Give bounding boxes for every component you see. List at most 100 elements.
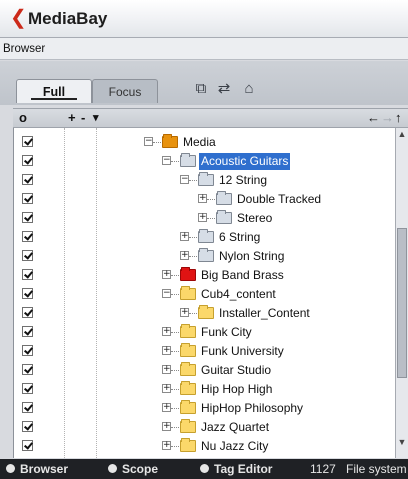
row-checkbox[interactable] [22,288,33,299]
folder-label[interactable]: Nu Jazz City [199,438,270,455]
scope-info: File system [346,462,407,476]
new-folder-icon[interactable]: ⌂ [240,80,258,98]
folder-label[interactable]: Hip Hop High [199,381,274,398]
scroll-thumb[interactable] [397,228,407,378]
menu-chevron-icon[interactable]: ▾ [93,109,99,127]
add-button[interactable]: + [68,109,76,127]
collapse-icon[interactable]: − [180,175,189,184]
folder-icon [180,267,196,281]
tree-row[interactable]: + Funk University [14,342,396,361]
folder-label[interactable]: Funk University [199,343,286,360]
tree-row[interactable]: + Jazz Quartet [14,418,396,437]
tree-row[interactable]: + Funk City [14,323,396,342]
folder-label[interactable]: Double Tracked [235,191,323,208]
tree-row[interactable]: + Nylon String [14,247,396,266]
row-checkbox[interactable] [22,345,33,356]
expand-icon[interactable]: + [162,422,171,431]
row-checkbox[interactable] [22,307,33,318]
folder-icon [180,419,196,433]
tree-row[interactable]: + Big Band Brass [14,266,396,285]
tree-row[interactable]: + Installer_Content [14,304,396,323]
tree-row[interactable]: + Nu Jazz City [14,437,396,456]
folder-label[interactable]: Guitar Studio [199,362,273,379]
remove-button[interactable]: - [81,109,85,127]
up-arrow-icon[interactable]: ↑ [395,109,402,127]
row-checkbox[interactable] [22,193,33,204]
link-icon[interactable]: ⇄ [215,80,233,98]
scope-indicator-icon [108,464,117,474]
expand-icon[interactable]: + [162,270,171,279]
expand-icon[interactable]: + [162,365,171,374]
collapse-icon[interactable]: − [162,289,171,298]
folder-label[interactable]: Acoustic Guitars [199,153,291,170]
back-arrow-icon[interactable]: ← [367,109,380,127]
folder-label[interactable]: Jazz Quartet [199,419,271,436]
row-checkbox[interactable] [22,155,33,166]
collapse-icon[interactable]: − [144,137,153,146]
expand-icon[interactable]: + [162,346,171,355]
folder-label[interactable]: Big Band Brass [199,267,286,284]
scroll-up-icon[interactable]: ▲ [396,128,408,140]
row-checkbox[interactable] [22,174,33,185]
row-checkbox[interactable] [22,269,33,280]
expand-icon[interactable]: + [162,441,171,450]
folder-label[interactable]: 6 String [217,229,262,246]
folder-label[interactable]: HipHop Philosophy [199,400,305,417]
folder-icon [180,438,196,452]
tree-row[interactable]: +6 String [14,228,396,247]
tab-full[interactable]: Full [16,79,92,103]
copy-icon[interactable]: ⧉ [192,80,210,98]
tree-control-bar: o + - ▾ ← → ↑ [13,108,408,128]
row-checkbox[interactable] [22,402,33,413]
folder-label[interactable]: Stereo [235,210,274,227]
collapse-icon[interactable]: − [162,156,171,165]
expand-icon[interactable]: + [180,251,189,260]
folder-label[interactable]: Cub4_content [199,286,278,303]
expand-icon[interactable]: + [198,194,207,203]
tree-row[interactable]: − Media [14,133,396,152]
tag-editor-toggle[interactable]: Tag Editor [200,459,272,479]
tree-connector [189,256,197,257]
row-checkbox[interactable] [22,136,33,147]
tree-row[interactable]: + Guitar Studio [14,361,396,380]
tree-row[interactable]: − 12 String [14,171,396,190]
tree-row[interactable]: + Double Tracked [14,190,396,209]
tab-focus[interactable]: Focus [92,79,158,103]
tree-row[interactable]: − Cub4_content [14,285,396,304]
row-checkbox[interactable] [22,250,33,261]
tree-row[interactable]: + HipHop Philosophy [14,399,396,418]
folder-label[interactable]: Nylon String [217,248,286,265]
expand-icon[interactable]: + [162,327,171,336]
forward-arrow-icon[interactable]: → [381,109,394,127]
folder-icon [180,400,196,414]
browser-toggle[interactable]: Browser [6,459,68,479]
tree-connector [207,199,215,200]
expand-icon[interactable]: + [180,232,189,241]
folder-icon [198,248,214,262]
toggle-all-button[interactable]: o [19,109,27,127]
folder-label[interactable]: Funk City [199,324,254,341]
browser-section-label: Browser [0,38,408,60]
tree-row[interactable]: + Stereo [14,209,396,228]
expand-icon[interactable]: + [180,308,189,317]
tree-connector [189,237,197,238]
row-checkbox[interactable] [22,440,33,451]
folder-label[interactable]: 12 String [217,172,269,189]
scroll-down-icon[interactable]: ▼ [396,436,408,448]
row-checkbox[interactable] [22,326,33,337]
row-checkbox[interactable] [22,231,33,242]
expand-icon[interactable]: + [162,403,171,412]
row-checkbox[interactable] [22,421,33,432]
folder-label[interactable]: Media [181,134,218,151]
tree-row[interactable]: − Acoustic Guitars [14,152,396,171]
vertical-scrollbar[interactable]: ▲ ▼ [395,128,408,458]
tree-connector [171,275,179,276]
folder-label[interactable]: Installer_Content [217,305,312,322]
row-checkbox[interactable] [22,212,33,223]
expand-icon[interactable]: + [162,384,171,393]
row-checkbox[interactable] [22,383,33,394]
row-checkbox[interactable] [22,364,33,375]
scope-toggle[interactable]: Scope [108,459,158,479]
expand-icon[interactable]: + [198,213,207,222]
tree-row[interactable]: + Hip Hop High [14,380,396,399]
